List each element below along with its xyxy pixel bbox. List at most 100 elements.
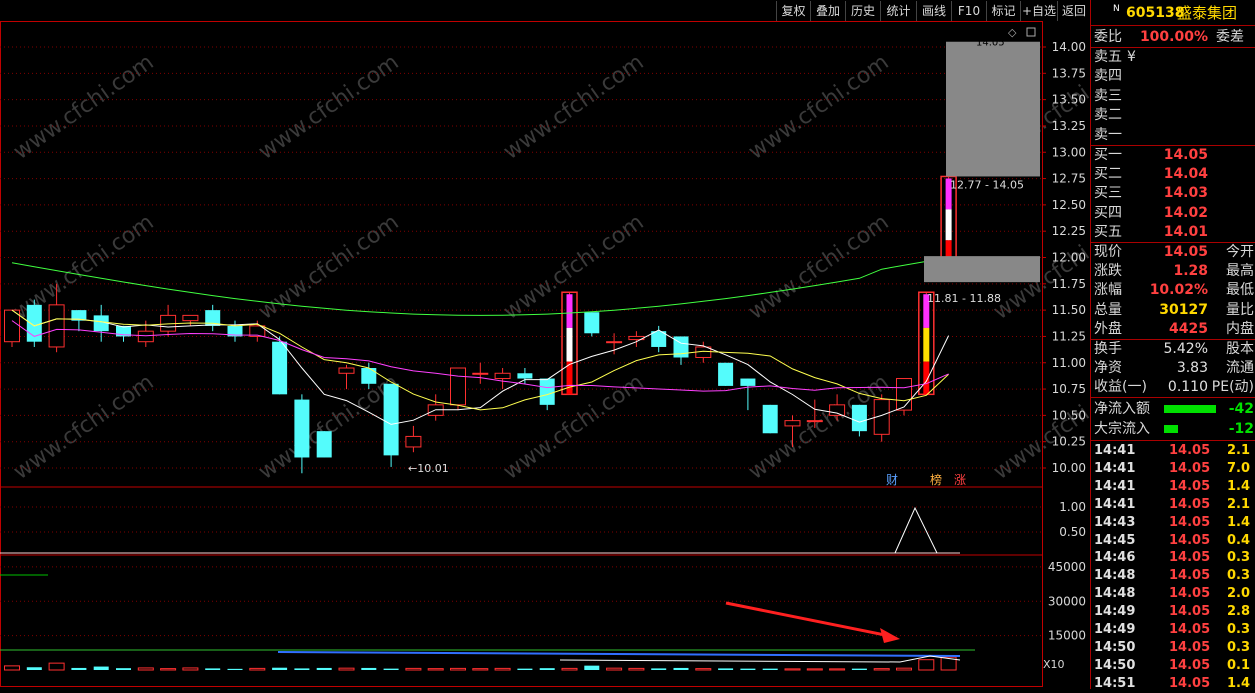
stat-label: 涨跌 (1094, 263, 1122, 280)
low-mark-label: ←10.01 (408, 462, 449, 475)
candle-down (851, 404, 867, 432)
volume-bar-up (48, 662, 65, 671)
candle-up (896, 378, 912, 411)
candle-segment-mid (945, 209, 952, 241)
toolbar-button-8[interactable]: +自选 (1020, 1, 1057, 21)
volume-bar-up (494, 667, 511, 671)
flow-row: 净流入额 -42 (1091, 400, 1255, 419)
tick-price: 14.05 (1169, 496, 1211, 512)
tick-time: 14:49 (1094, 604, 1136, 620)
volume-tick-label: 30000 (1048, 594, 1086, 608)
stat-value: 10.02% (1149, 282, 1208, 299)
tick-volume: 2.8 (1227, 604, 1251, 620)
stat-label2: 量比 (1226, 301, 1254, 318)
watermark: www.cfchi.com (254, 50, 403, 165)
candle-up (338, 367, 355, 374)
candle-up (48, 304, 65, 348)
toolbar-button-7[interactable]: 标记 (986, 1, 1020, 21)
tick-price: 14.05 (1169, 443, 1211, 458)
stat-label2: 最高 (1226, 263, 1254, 280)
candle-down (584, 312, 600, 334)
toolbar-button-5[interactable]: 画线 (916, 1, 951, 21)
buy-price: 14.04 (1163, 166, 1208, 183)
stat-value: 1.28 (1173, 263, 1208, 280)
tag-limit-up: 涨 (954, 472, 966, 487)
sell-level-5: 卖五 ¥ (1091, 48, 1255, 67)
buy-level-2: 买二 14.04 (1091, 165, 1255, 184)
toolbar-button-4[interactable]: 统计 (880, 1, 916, 21)
candle-up (450, 367, 466, 406)
arrow-shaft (725, 601, 891, 638)
range-label-lower: 11.81 - 11.88 (927, 292, 1001, 305)
volume-bar-down (584, 665, 600, 670)
volume-bar-up (160, 668, 177, 671)
tick-price: 14.05 (1169, 622, 1211, 637)
sell-label: 卖一 (1094, 126, 1122, 143)
volume-bar-up (4, 665, 20, 671)
volume-bar-down (539, 668, 555, 670)
tick-time: 14:41 (1094, 460, 1136, 476)
buy-label: 买四 (1094, 204, 1122, 221)
price-tick-label: 13.00 (1052, 145, 1086, 159)
sell-level-3: 卖三 (1091, 87, 1255, 106)
volume-bar-down (851, 668, 867, 670)
candle-down (294, 399, 310, 458)
watermark: www.cfchi.com (499, 50, 648, 165)
candle-down (762, 404, 778, 434)
quote-panel: N 605138 盛泰集团 委比 100.00% 委差 卖五 ¥ 卖四 卖三 卖… (1090, 0, 1255, 691)
sell-level-2: 卖二 (1091, 106, 1255, 125)
watermark: www.cfchi.com (254, 210, 403, 325)
stat-label2: 内盘 (1226, 320, 1254, 337)
kline-chart[interactable]: www.cfchi.com www.cfchi.com www.cfchi.com w… (0, 0, 1090, 689)
candle-down (718, 362, 734, 386)
tick-volume: 2.1 (1227, 496, 1251, 512)
price-tick-label: 12.50 (1052, 198, 1086, 212)
toolbar-button-6[interactable]: F10 (951, 1, 986, 21)
sell-label: 卖五 (1094, 49, 1122, 65)
weicha-label: 委差 (1216, 29, 1244, 45)
volume-unit: X10 (1043, 658, 1065, 671)
sell-label: 卖二 (1094, 107, 1122, 124)
tick-price: 14.05 (1169, 550, 1211, 566)
tick-volume: 0.3 (1227, 639, 1251, 655)
volume-bar-down (517, 668, 533, 670)
buy-label: 买三 (1094, 185, 1122, 202)
tick-volume: 0.3 (1227, 550, 1251, 566)
tick-time: 14:41 (1094, 496, 1136, 512)
price-tick-label: 10.25 (1052, 435, 1086, 449)
volume-bar-down (740, 668, 756, 670)
volume-bar-down (26, 667, 42, 670)
new-badge: N (1113, 4, 1120, 14)
stat2-label: 净资 (1094, 360, 1122, 377)
tick-price: 14.05 (1169, 675, 1211, 691)
volume-bar-down (71, 667, 87, 670)
price-tick-label: 11.50 (1052, 303, 1086, 317)
toolbar-button-1[interactable]: 复权 (776, 1, 810, 21)
toolbar-button-2[interactable]: 叠加 (810, 1, 845, 21)
stat-value: 30127 (1159, 301, 1208, 318)
price-tick-label: 11.25 (1052, 329, 1086, 343)
tick-price: 14.05 (1169, 586, 1211, 602)
volume-bar-down (116, 668, 131, 670)
chart-frame (0, 21, 1043, 687)
tick-row: 14:41 14.05 1.4 (1091, 478, 1255, 496)
tick-time: 14:51 (1094, 675, 1136, 691)
volume-bar-down (361, 667, 377, 670)
candle-segment-mid (566, 327, 573, 362)
tick-row: 14:50 14.05 0.3 (1091, 639, 1255, 657)
tick-row: 14:43 14.05 1.4 (1091, 514, 1255, 532)
candle-up (4, 309, 20, 343)
sell-level-1: 卖一 (1091, 126, 1255, 145)
tick-price: 14.05 (1169, 478, 1211, 494)
tick-time: 14:43 (1094, 514, 1136, 530)
volume-bar-limit (918, 659, 935, 671)
tick-time: 14:48 (1094, 568, 1136, 584)
tick-time: 14:45 (1094, 532, 1136, 548)
volume-bar-up (450, 667, 466, 671)
tag-finance: 财 (886, 473, 898, 487)
toolbar-button-3[interactable]: 历史 (845, 1, 880, 21)
candle-up (182, 314, 199, 322)
candle-down (539, 378, 555, 405)
toolbar-button-9[interactable]: 返回 (1057, 1, 1090, 21)
range-box-upper (946, 41, 1040, 177)
